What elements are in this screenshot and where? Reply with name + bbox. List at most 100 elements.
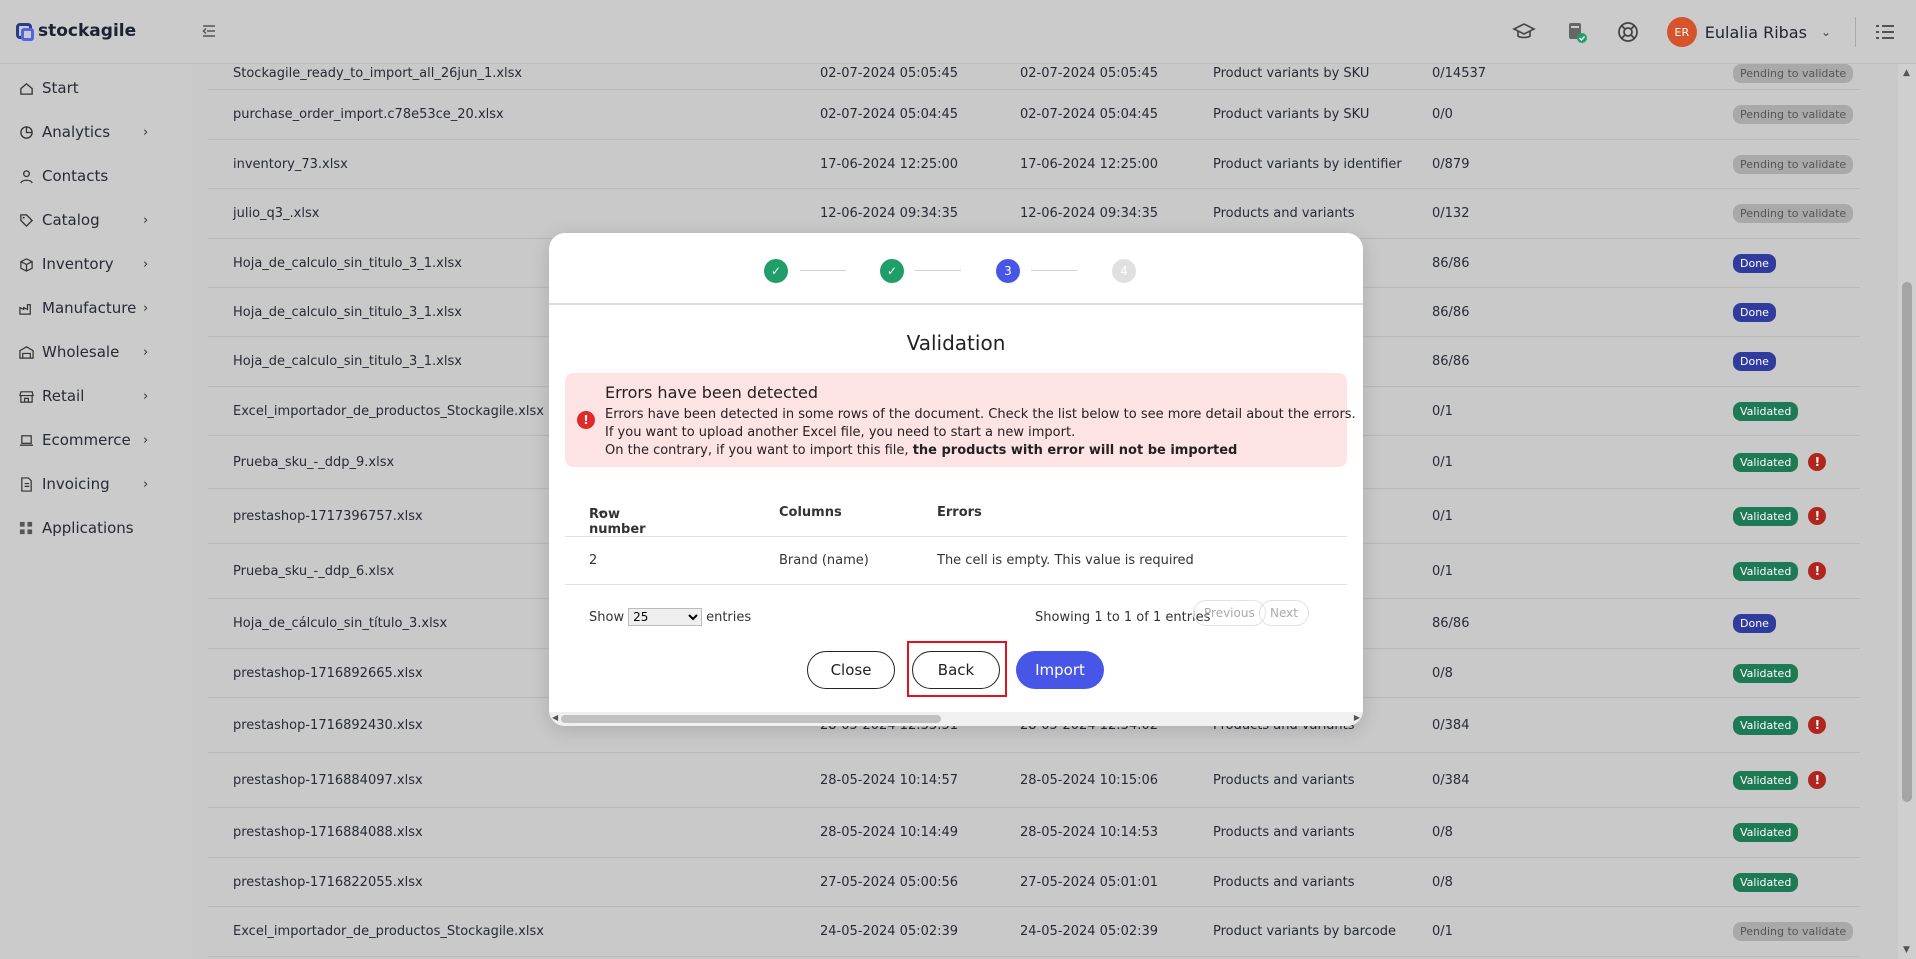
sidebar-item-label: Start (42, 79, 79, 97)
table-row[interactable]: Excel_importador_de_productos_Stockagile… (208, 907, 1860, 957)
previous-page-button[interactable]: Previous (1193, 600, 1266, 626)
sidebar-item-manufacture[interactable]: Manufacture › (0, 286, 192, 330)
table-row[interactable]: purchase_order_import.c78e53ce_20.xlsx 02… (208, 90, 1860, 140)
divider (1855, 17, 1856, 47)
error-alert: ! Errors have been detected Errors have … (565, 373, 1356, 467)
status-badge: Validated (1733, 770, 1799, 790)
status-cell: Pending to validate (1733, 64, 1854, 89)
scrollbar-thumb[interactable] (561, 715, 941, 723)
sidebar-item-start[interactable]: Start (0, 66, 192, 110)
status-badge: Done (1733, 352, 1776, 371)
table-row[interactable]: prestashop-1716884097.xlsx 28-05-2024 10:… (208, 753, 1860, 808)
vertical-scrollbar[interactable]: ▲ ▼ (1898, 64, 1916, 959)
status-cell: Validated! (1733, 436, 1827, 488)
app-logo[interactable]: stockagile (16, 21, 136, 41)
scroll-left-icon[interactable]: ◀ (552, 713, 558, 722)
scroll-down-icon[interactable]: ▼ (1903, 945, 1910, 955)
table-footer: Show 25 entries Showing 1 to 1 of 1 entr… (565, 596, 1347, 636)
chevron-right-icon: › (143, 256, 149, 272)
progress-cell: 0/14537 (1432, 66, 1487, 81)
close-button[interactable]: Close (807, 651, 895, 689)
back-button[interactable]: Back (912, 651, 1000, 689)
status-badge: Validated (1733, 715, 1799, 735)
sidebar-item-inventory[interactable]: Inventory › (0, 242, 192, 286)
pagination-info: Showing 1 to 1 of 1 entries (1035, 610, 1211, 625)
alert-line-3-text: On the contrary, if you want to import t… (605, 443, 913, 458)
collapse-sidebar-icon[interactable] (200, 22, 218, 40)
chevron-right-icon: › (143, 300, 149, 316)
help-icon[interactable] (1615, 19, 1641, 45)
progress-cell: 0/8 (1432, 825, 1453, 840)
step-connector (800, 270, 846, 271)
status-badge: Validated (1733, 872, 1799, 892)
error-warning-icon[interactable]: ! (1808, 771, 1827, 789)
sidebar-item-ecommerce[interactable]: Ecommerce › (0, 418, 192, 462)
file-name-cell: prestashop-1716892665.xlsx (233, 665, 423, 681)
alert-line-2: If you want to upload another Excel file… (605, 425, 1076, 440)
printer-status-icon[interactable] (1563, 19, 1589, 45)
sidebar-item-retail[interactable]: Retail › (0, 374, 192, 418)
file-name-cell: julio_q3_.xlsx (233, 206, 320, 221)
status-cell: Validated (1733, 649, 1799, 697)
status-cell: Done (1733, 239, 1776, 287)
status-badge: Pending to validate (1733, 105, 1854, 124)
sidebar-item-analytics[interactable]: Analytics › (0, 110, 192, 154)
progress-cell: 0/8 (1432, 874, 1453, 890)
status-badge: Pending to validate (1733, 154, 1854, 174)
analytics-icon (18, 124, 34, 140)
sidebar-item-contacts[interactable]: Contacts (0, 154, 192, 198)
sort-ascending-icon: ^ (597, 510, 606, 521)
table-row[interactable]: Stockagile_ready_to_import_all_26jun_1.x… (208, 64, 1860, 90)
status-badge: Pending to validate (1733, 64, 1854, 83)
horizontal-scrollbar[interactable]: ◀ ▶ (549, 712, 1363, 726)
error-warning-icon[interactable]: ! (1808, 716, 1827, 734)
task-list-icon[interactable] (1874, 21, 1896, 43)
sidebar-item-label: Applications (42, 519, 134, 537)
user-menu[interactable]: ER Eulalia Ribas ⌄ (1666, 17, 1831, 47)
table-row[interactable]: julio_q3_.xlsx 12-06-2024 09:34:35 12-06-2… (208, 189, 1860, 239)
error-warning-icon[interactable]: ! (1808, 453, 1827, 471)
import-type-cell: Product variants by barcode (1213, 924, 1397, 939)
scrollbar-thumb[interactable] (1902, 282, 1912, 802)
updated-date-cell: 24-05-2024 05:02:39 (1020, 924, 1159, 939)
status-badge: Done (1733, 253, 1776, 273)
status-cell: Done (1733, 599, 1776, 648)
sidebar-item-invoicing[interactable]: Invoicing › (0, 462, 192, 506)
table-row[interactable]: prestashop-1716884088.xlsx 28-05-2024 10:… (208, 808, 1860, 858)
sidebar-item-applications[interactable]: Applications (0, 506, 192, 550)
next-page-button[interactable]: Next (1259, 600, 1309, 626)
status-badge: Done (1733, 614, 1776, 633)
step-connector (915, 270, 961, 271)
sidebar-item-label: Catalog (42, 211, 100, 229)
user-icon (18, 168, 34, 184)
row-number-header[interactable]: Row number ^ (589, 507, 646, 537)
chevron-right-icon: › (143, 212, 149, 228)
table-row[interactable]: inventory_73.xlsx 17-06-2024 12:25:00 17-0… (208, 140, 1860, 189)
import-type-cell: Product variants by SKU (1213, 107, 1370, 122)
import-button[interactable]: Import (1016, 651, 1104, 689)
alert-title: Errors have been detected (605, 383, 819, 402)
factory-icon (18, 300, 34, 316)
progress-cell: 0/384 (1432, 717, 1470, 733)
avatar: ER (1666, 17, 1697, 47)
error-warning-icon[interactable]: ! (1808, 562, 1827, 580)
scroll-right-icon[interactable]: ▶ (1354, 713, 1360, 722)
page-size-select[interactable]: 25 (628, 608, 703, 626)
step-3-active: 3 (996, 259, 1020, 283)
status-cell: Done (1733, 288, 1776, 336)
sidebar: Start Analytics › Contacts Catalog › Inventory… (0, 64, 192, 959)
import-type-cell: Products and variants (1213, 206, 1355, 221)
academy-icon[interactable] (1511, 19, 1537, 45)
updated-date-cell: 12-06-2024 09:34:35 (1020, 206, 1159, 221)
sidebar-item-catalog[interactable]: Catalog › (0, 198, 192, 242)
chevron-right-icon: › (143, 124, 149, 140)
scroll-up-icon[interactable]: ▲ (1903, 68, 1910, 78)
step-2-done: ✓ (880, 259, 904, 283)
updated-date-cell: 28-05-2024 10:14:53 (1020, 825, 1159, 840)
sidebar-item-wholesale[interactable]: Wholesale › (0, 330, 192, 374)
table-row[interactable]: prestashop-1716822055.xlsx 27-05-2024 05:… (208, 858, 1860, 907)
progress-cell: 86/86 (1432, 354, 1470, 369)
status-cell: Validated! (1733, 698, 1827, 752)
error-warning-icon[interactable]: ! (1808, 507, 1827, 525)
file-name-cell: Hoja_de_cálculo_sin_título_3.xlsx (233, 616, 448, 631)
